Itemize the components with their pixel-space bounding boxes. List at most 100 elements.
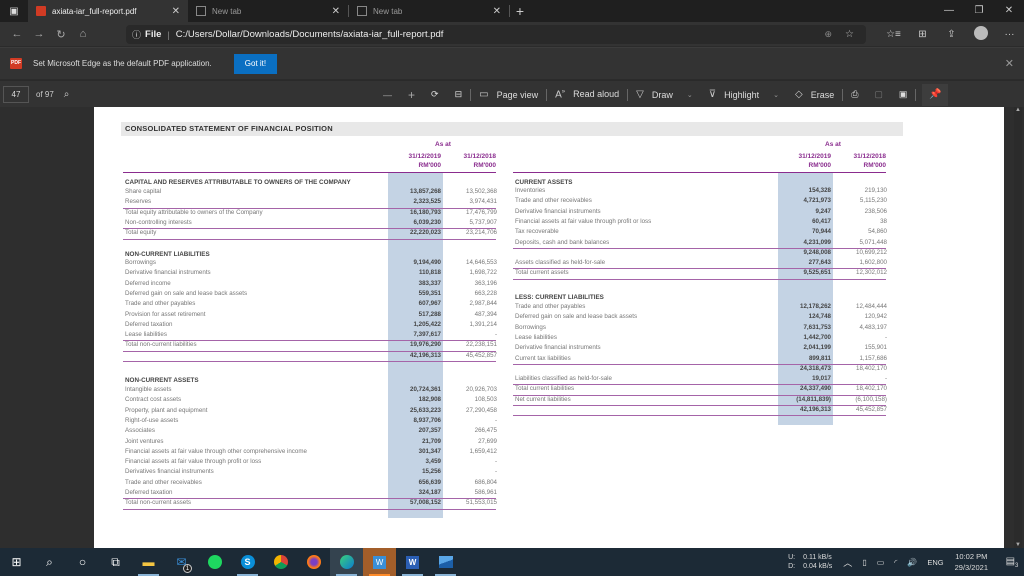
scheme-label: File xyxy=(145,29,162,40)
chevron-down-icon[interactable]: ⌄ xyxy=(773,91,779,99)
page-view-button[interactable]: ▭ Page view xyxy=(479,89,538,100)
chevron-up-icon[interactable]: ︿ xyxy=(843,556,852,569)
chevron-down-icon[interactable]: ⌄ xyxy=(687,91,693,99)
value-2019: 9,248,008 xyxy=(803,248,831,256)
vertical-scrollbar[interactable]: ▲ ▼ xyxy=(1014,107,1022,548)
upload-speed: 0.11 kB/s xyxy=(803,554,832,561)
read-aloud-button[interactable]: A» Read aloud xyxy=(555,89,619,100)
firefox-icon[interactable] xyxy=(297,548,330,576)
wps-icon[interactable]: W xyxy=(363,548,396,576)
collections-icon[interactable]: ⊞ xyxy=(908,29,937,40)
value-2019: 301,347 xyxy=(418,447,441,455)
start-button[interactable]: ⊞ xyxy=(0,548,33,576)
restore-icon[interactable]: ❐ xyxy=(964,0,994,22)
close-tab-icon[interactable]: ✕ xyxy=(493,6,501,17)
page-view-icon: ▭ xyxy=(479,89,489,100)
skype-icon[interactable]: S xyxy=(231,548,264,576)
edge-icon[interactable] xyxy=(330,548,363,576)
highlight-button[interactable]: ⊽ Highlight ⌄ xyxy=(709,89,779,100)
url-field[interactable]: ⓘ File | C:/Users/Dollar/Downloads/Docum… xyxy=(126,25,866,44)
default-pdf-infobar: PDF Set Microsoft Edge as the default PD… xyxy=(0,47,1024,79)
battery-icon[interactable]: ▯ xyxy=(862,558,866,567)
tab-pdf[interactable]: axiata-iar_full-report.pdf ✕ xyxy=(28,0,188,22)
search-icon[interactable]: ⌕ xyxy=(33,548,66,576)
fit-page-icon[interactable]: ⊟ xyxy=(455,89,463,100)
table-row: Derivative financial instruments 110,818 1… xyxy=(125,268,501,278)
mail-icon[interactable]: ✉ 1 xyxy=(165,548,198,576)
toolbar-divider xyxy=(627,88,629,101)
date: 29/3/2021 xyxy=(954,563,988,572)
display-icon[interactable]: ▭ xyxy=(877,558,885,567)
zoom-out-icon[interactable]: — xyxy=(383,90,392,100)
erase-button[interactable]: ◇ Erase xyxy=(795,89,834,100)
table-row: Deferred taxation 324,187 586,961 xyxy=(125,488,501,498)
value-2018: 487,394 xyxy=(474,310,497,318)
table-row: Derivative financial instruments 9,247 238… xyxy=(515,207,891,217)
print-icon[interactable]: ⎙ xyxy=(851,89,858,100)
value-2019: 6,039,230 xyxy=(413,218,441,226)
read-aloud-label: Read aloud xyxy=(573,89,620,100)
tab-new-2[interactable]: New tab ✕ xyxy=(349,0,509,22)
search-icon[interactable]: ⌕ xyxy=(64,89,70,100)
pdf-icon xyxy=(36,6,46,16)
save-as-icon[interactable]: ▣ xyxy=(899,89,908,100)
draw-button[interactable]: ▽ Draw ⌄ xyxy=(636,89,693,100)
back-icon[interactable]: ← xyxy=(6,28,28,40)
close-tab-icon[interactable]: ✕ xyxy=(172,6,180,17)
row-label: Lease liabilities xyxy=(125,331,167,339)
rotate-icon[interactable]: ⟳ xyxy=(431,89,439,100)
home-icon[interactable]: ⌂ xyxy=(72,28,94,40)
save-icon[interactable]: ▢ xyxy=(874,89,883,100)
new-tab-button[interactable]: + xyxy=(510,3,530,19)
page-number-input[interactable]: 47 xyxy=(3,85,29,103)
volume-icon[interactable]: 🔊 xyxy=(907,558,917,567)
photos-icon[interactable] xyxy=(429,548,462,576)
refresh-icon[interactable]: ↻ xyxy=(50,28,72,41)
value-2019: 15,256 xyxy=(422,468,441,476)
spotify-icon[interactable] xyxy=(198,548,231,576)
zoom-icon[interactable]: ⊕ xyxy=(824,29,832,40)
forward-icon[interactable]: → xyxy=(28,28,50,40)
got-it-button[interactable]: Got it! xyxy=(233,53,278,74)
value-2019: 13,857,268 xyxy=(410,188,441,195)
notifications-icon[interactable]: ▤3 xyxy=(1000,556,1024,569)
col-2019-unit: RM'000 xyxy=(418,162,442,169)
profile-avatar[interactable] xyxy=(966,25,995,43)
value-2018: 5,115,230 xyxy=(859,197,887,205)
row-label: Deferred taxation xyxy=(125,320,173,328)
col-2019-header-left: 31/12/2019 RM'000 xyxy=(385,152,441,170)
close-window-icon[interactable]: ✕ xyxy=(994,0,1024,22)
table-row: Contract cost assets 182,908 108,503 xyxy=(125,395,501,405)
language-indicator[interactable]: ENG xyxy=(927,558,943,567)
value-2019: 110,818 xyxy=(418,269,441,277)
pin-toolbar-icon[interactable]: 📌 xyxy=(922,83,949,106)
wifi-icon[interactable]: ◜ xyxy=(894,558,897,567)
clock[interactable]: 10:02 PM 29/3/2021 xyxy=(955,551,988,573)
close-infobar-icon[interactable]: ✕ xyxy=(1005,57,1014,70)
value-2019: 277,643 xyxy=(808,259,831,267)
chrome-icon[interactable] xyxy=(264,548,297,576)
table-row: Reserves 2,323,525 3,974,431 xyxy=(125,197,501,207)
favorites-icon[interactable]: ☆≡ xyxy=(879,29,908,40)
tab-actions-icon[interactable]: ▣ xyxy=(0,0,28,22)
table-row: Lease liabilities 1,442,700 - xyxy=(515,333,891,343)
cortana-icon[interactable]: ○ xyxy=(66,548,99,576)
table-row: Total non-current liabilities 19,976,290 2… xyxy=(125,340,501,350)
row-rule xyxy=(513,268,886,270)
value-2019: 3,459 xyxy=(425,458,441,466)
add-favorite-icon[interactable]: ☆ xyxy=(845,29,854,40)
table-row: Assets classified as held-for-sale 277,64… xyxy=(515,258,891,268)
value-2019: 42,196,313 xyxy=(800,406,831,413)
zoom-in-icon[interactable]: + xyxy=(408,88,415,102)
task-view-icon[interactable]: ⧉ xyxy=(99,548,132,576)
value-2018: 20,926,703 xyxy=(466,386,497,393)
share-icon[interactable]: ⇪ xyxy=(937,29,966,40)
close-tab-icon[interactable]: ✕ xyxy=(332,6,340,17)
word-icon[interactable]: W xyxy=(396,548,429,576)
file-explorer-icon[interactable]: ▬ xyxy=(132,548,165,576)
minimize-icon[interactable]: — xyxy=(934,0,964,22)
tab-new-1[interactable]: New tab ✕ xyxy=(188,0,348,22)
scroll-up-icon[interactable]: ▲ xyxy=(1014,107,1022,113)
more-icon[interactable]: ··· xyxy=(995,29,1024,40)
row-rule xyxy=(513,384,886,386)
